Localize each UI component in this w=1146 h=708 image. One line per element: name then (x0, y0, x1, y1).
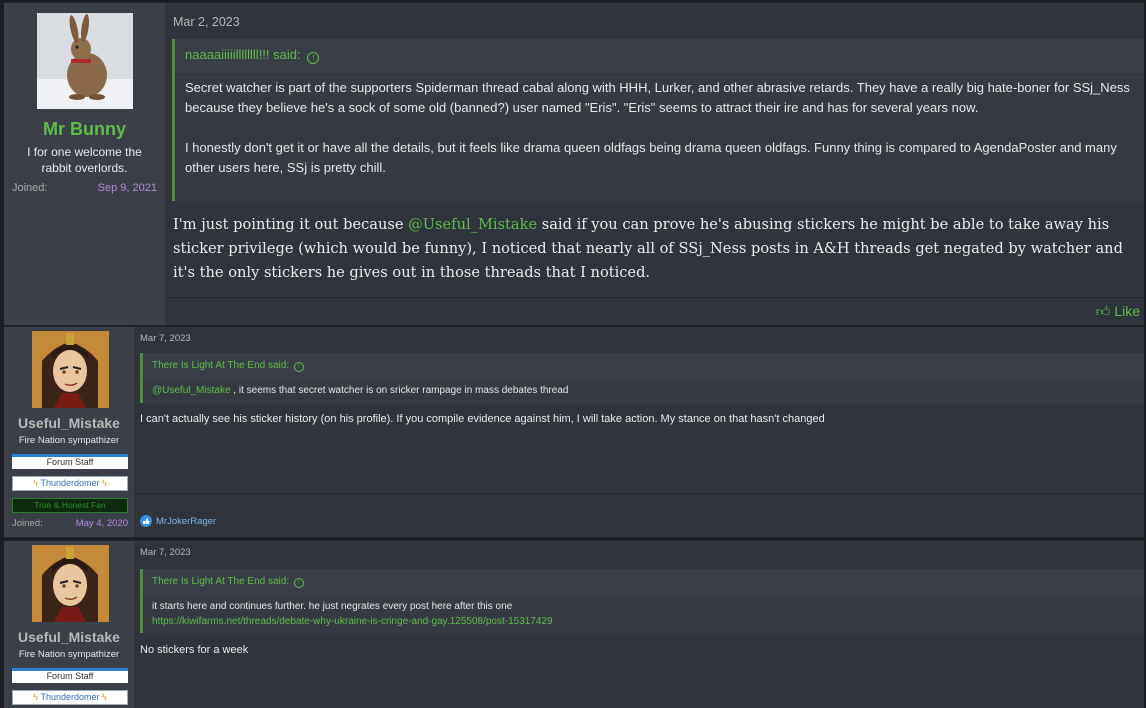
badge-thunderdomer: ϟ Thunderdomer ϟ (12, 690, 128, 705)
badge-label: Thunderdomer (40, 692, 100, 702)
quote-block: naaaaiiiiillllllll!!! said: ↑ Secret wat… (172, 39, 1144, 201)
post-footer-divider (134, 493, 1144, 494)
quote-text: it starts here and continues further. he… (152, 601, 513, 612)
user-title: Fire Nation sympathizer (18, 435, 120, 446)
avatar[interactable] (32, 545, 109, 622)
like-label: Like (1114, 303, 1140, 319)
reaction-user[interactable]: MrJokerRager (156, 516, 216, 527)
joined-label: Joined: (12, 182, 48, 194)
quote-paragraph: I honestly don't get it or have all the … (185, 140, 1117, 175)
post-footer-divider (165, 297, 1144, 298)
user-mention-link[interactable]: @Useful_Mistake (152, 385, 231, 396)
post-date[interactable]: Mar 2, 2023 (173, 15, 240, 29)
quote-body: @Useful_Mistake , it seems that secret w… (143, 379, 1144, 402)
quote-author[interactable]: There Is Light At The End said: (152, 360, 289, 371)
message-body: No stickers for a week (140, 644, 249, 656)
arrow-up-circle-icon[interactable]: ↑ (307, 52, 320, 64)
quote-body: Secret watcher is part of the supporters… (175, 73, 1144, 201)
user-info-panel: Useful_Mistake Fire Nation sympathizer F… (4, 327, 134, 537)
message-body: I can't actually see his sticker history… (140, 413, 825, 425)
lightning-icon: ϟ (102, 478, 107, 488)
badge-label: Thunderdomer (40, 478, 100, 488)
post-date[interactable]: Mar 7, 2023 (140, 333, 191, 344)
message-text: I'm just pointing it out because (173, 216, 409, 233)
lightning-icon: ϟ (102, 692, 107, 702)
user-title: Fire Nation sympathizer (18, 649, 120, 660)
badge-forum-staff: Forum Staff (12, 454, 128, 469)
badge-thunderdomer: ϟ Thunderdomer ϟ (12, 476, 128, 491)
quote-header[interactable]: naaaaiiiiillllllll!!! said: ↑ (175, 39, 1144, 73)
badge-forum-staff: Forum Staff (12, 668, 128, 683)
user-info-panel: Useful_Mistake Fire Nation sympathizer F… (4, 541, 134, 708)
quote-text: , it seems that secret watcher is on sri… (230, 385, 569, 396)
user-info-panel: Mr Bunny I for one welcome the rabbit ov… (4, 3, 165, 325)
avatar[interactable] (37, 13, 133, 109)
quote-block: There Is Light At The End said: ↑ it sta… (140, 569, 1144, 633)
message-body: I'm just pointing it out because @Useful… (173, 213, 1145, 285)
lightning-icon: ϟ (33, 478, 38, 488)
badge-true-honest-fan: True & Honest Fan (12, 498, 128, 513)
joined-date: Sep 9, 2021 (97, 182, 157, 194)
post-useful-mistake: Useful_Mistake Fire Nation sympathizer F… (4, 326, 1144, 538)
quote-author[interactable]: There Is Light At The End said: (152, 576, 289, 587)
joined-date: May 4, 2020 (75, 518, 128, 529)
joined-label: Joined: (12, 518, 43, 529)
user-mention-link[interactable]: @Useful_Mistake (408, 216, 537, 233)
user-title: I for one welcome the rabbit overlords. (27, 145, 142, 175)
quote-paragraph: Secret watcher is part of the supporters… (185, 80, 1130, 115)
username[interactable]: Useful_Mistake (4, 415, 134, 431)
username[interactable]: Useful_Mistake (4, 629, 134, 645)
reactions-bar[interactable]: MrJokerRager (140, 515, 216, 527)
quote-body: it starts here and continues further. he… (143, 595, 1144, 633)
avatar[interactable] (32, 331, 109, 408)
username[interactable]: Mr Bunny (4, 119, 165, 140)
quote-block: There Is Light At The End said: ↑ @Usefu… (140, 353, 1144, 403)
post-date[interactable]: Mar 7, 2023 (140, 547, 191, 558)
arrow-up-circle-icon[interactable]: ↑ (293, 578, 304, 588)
like-button[interactable]: 👍︎ Like (1096, 303, 1140, 320)
post-useful-mistake-2: Useful_Mistake Fire Nation sympathizer F… (4, 540, 1144, 708)
quote-header[interactable]: There Is Light At The End said: ↑ (143, 569, 1144, 595)
post-mr-bunny: Mr Bunny I for one welcome the rabbit ov… (4, 2, 1144, 326)
lightning-icon: ϟ (33, 692, 38, 702)
quote-link[interactable]: https://kiwifarms.net/threads/debate-why… (152, 614, 1135, 629)
quote-author[interactable]: naaaaiiiiillllllll!!! said: (185, 47, 301, 62)
thumbs-up-icon: 👍︎ (1095, 303, 1111, 319)
like-reaction-icon (140, 515, 152, 527)
arrow-up-circle-icon[interactable]: ↑ (293, 362, 304, 372)
quote-header[interactable]: There Is Light At The End said: ↑ (143, 353, 1144, 379)
